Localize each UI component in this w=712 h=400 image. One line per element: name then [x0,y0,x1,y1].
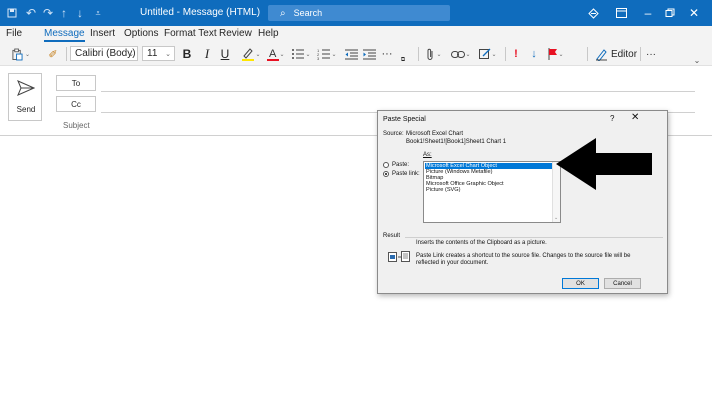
search-box[interactable]: ⌕ Search [268,5,450,21]
highlight-icon[interactable]: ⌄ [240,46,262,62]
more-options-icon[interactable]: ··· [643,46,659,62]
italic-button[interactable]: I [201,46,213,62]
scroll-down-icon[interactable]: ⌄ [554,215,558,221]
ok-button[interactable]: OK [562,278,599,289]
editor-label: Editor [610,48,638,60]
source-path: Book1!Sheet1![Book1]Sheet1 Chart 1 [406,139,507,145]
font-size-value: 11 [147,48,158,59]
bullets-icon[interactable]: ⌄ [290,46,312,62]
tab-options[interactable]: Options [124,28,158,39]
send-button[interactable]: Send [8,73,42,121]
chevron-down-icon: ⌄ [128,50,134,58]
undo-icon[interactable]: ↶ [24,0,38,26]
underline-button[interactable]: U [219,46,231,62]
paste-link-result-icon [388,251,410,264]
help-button[interactable]: ? [610,114,614,123]
minimize-icon[interactable]: – [640,0,656,26]
chevron-down-icon: ⌄ [165,50,171,58]
high-importance-icon[interactable]: ! [510,46,522,62]
result-divider [405,237,663,238]
tab-insert[interactable]: Insert [90,28,115,39]
subject-label: Subject [63,121,90,130]
format-painter-icon[interactable]: ✐ [45,46,61,62]
save-icon[interactable] [4,0,20,26]
pointer-arrow-icon [556,138,652,190]
ribbon-separator [66,47,67,61]
paste-link-radio[interactable] [383,171,389,177]
result-text-2b: reflected in your document. [416,260,489,266]
to-button[interactable]: To [56,75,96,91]
to-field[interactable] [101,91,695,92]
paste-as-listbox[interactable]: Microsoft Excel Chart Object Picture (Wi… [423,161,561,223]
diamond-icon[interactable] [585,0,601,26]
low-importance-icon[interactable]: ↓ [527,46,541,62]
result-text-2a: Paste Link creates a shortcut to the sou… [416,253,631,259]
editor-button[interactable]: Editor [594,46,638,62]
close-icon[interactable]: ✕ [686,0,702,26]
font-name-dropdown[interactable]: Calibri (Body) ⌄ [70,46,138,61]
ribbon-separator [505,47,506,61]
as-label: As: [423,152,432,158]
font-size-dropdown[interactable]: 11 ⌄ [142,46,175,61]
tab-format-text[interactable]: Format Text [164,28,217,39]
link-icon[interactable]: ⌄ [449,46,473,62]
send-label: Send [16,105,36,114]
more-formatting-icon[interactable]: ··· [380,46,394,62]
result-text-1: Inserts the contents of the Clipboard as… [416,240,547,246]
ribbon-separator [418,47,419,61]
search-icon: ⌕ [280,7,286,19]
svg-text:A: A [269,48,277,60]
cancel-button[interactable]: Cancel [604,278,641,289]
ribbon-separator [640,47,641,61]
paste-icon[interactable]: ⌄ [12,46,30,62]
title-bar: ↶ ↷ ↑ ↓ ⩡ Untitled - Message (HTML) ⌕ Se… [0,0,712,26]
source-value: Microsoft Excel Chart [406,131,464,137]
flag-icon[interactable]: ⌄ [545,46,567,62]
paste-link-label[interactable]: Paste link: [392,171,420,177]
numbering-icon[interactable]: 123 ⌄ [316,46,338,62]
paste-label[interactable]: Paste: [392,162,409,168]
up-arrow-icon[interactable]: ↑ [58,0,70,26]
customize-toolbar-icon[interactable]: ⩡ [92,0,104,26]
dialog-title: Paste Special [383,116,426,123]
dialog-close-button[interactable]: ✕ [631,112,639,123]
bold-button[interactable]: B [180,46,194,62]
send-icon [17,80,35,96]
tab-message[interactable]: Message [44,28,85,42]
tab-help[interactable]: Help [258,28,279,39]
attach-file-icon[interactable]: ⌄ [424,46,444,62]
ribbon-separator [587,47,588,61]
source-label: Source: [383,131,404,137]
decrease-indent-icon[interactable] [344,46,358,62]
result-label: Result [383,233,401,239]
list-item[interactable]: Picture (SVG) [425,187,552,193]
search-placeholder: Search [293,8,323,18]
tab-file[interactable]: File [6,28,22,39]
restore-icon[interactable] [662,0,678,26]
window-title: Untitled - Message (HTML) [140,7,261,18]
ribbon-display-icon[interactable] [613,0,629,26]
signature-icon[interactable]: ⌄ [476,46,500,62]
increase-indent-icon[interactable] [362,46,376,62]
tab-review[interactable]: Review [219,28,252,39]
cc-button[interactable]: Cc [56,96,96,112]
svg-text:3: 3 [317,56,320,60]
font-color-icon[interactable]: A ⌄ [265,46,287,62]
redo-icon[interactable]: ↷ [41,0,55,26]
down-arrow-icon[interactable]: ↓ [74,0,86,26]
ribbon: ⌄ ✐ Calibri (Body) ⌄ 11 ⌄ B I U ⌄ A ⌄ ⌄ … [0,42,712,66]
font-name-value: Calibri (Body) [75,48,136,59]
paste-radio[interactable] [383,162,389,168]
menu-bar: File Message Insert Options Format Text … [0,26,712,42]
